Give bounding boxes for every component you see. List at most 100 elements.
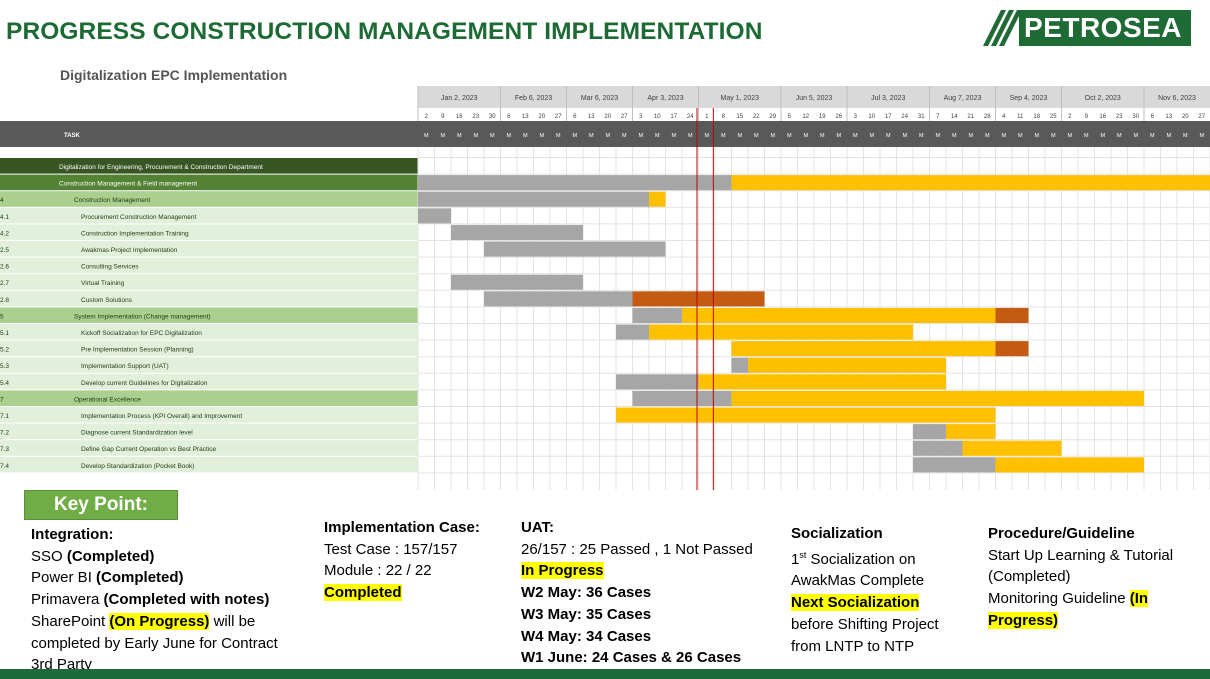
socialization-line1: Socialization on: [810, 550, 916, 568]
weekday-letter: M: [902, 133, 907, 139]
task-row-bg: [0, 456, 418, 473]
socialization-notes: Socialization 1st Socialization on AwakM…: [791, 523, 981, 657]
weekday-letter: M: [1001, 133, 1006, 139]
socialization-first-sup: st: [799, 549, 807, 560]
gantt-bar-grey: [616, 324, 649, 340]
weekday-letter: M: [754, 133, 759, 139]
task-name: Implementation Support (UAT): [81, 363, 169, 370]
powerbi-label: Power BI: [31, 569, 92, 587]
week-number-label: 26: [835, 114, 842, 120]
task-id: 7.1: [0, 413, 9, 420]
week-number-label: 13: [522, 114, 529, 120]
week-number-label: 20: [604, 114, 611, 120]
week-number-label: 13: [1165, 114, 1172, 120]
procedure-title: Procedure/Guideline: [988, 525, 1135, 542]
weekday-letter: M: [721, 133, 726, 139]
procedure-line2: (Completed): [988, 568, 1071, 586]
task-row-bg: [0, 191, 418, 207]
socialization-line4: from LNTP to NTP: [791, 637, 915, 655]
weekday-letter: M: [1018, 133, 1023, 139]
task-name: Consulting Services: [81, 264, 139, 271]
gantt-bar-grey: [451, 224, 583, 240]
gantt-bar-grey: [913, 440, 963, 456]
uat-notes: UAT: 26/157 : 25 Passed , 1 Not Passed I…: [521, 517, 781, 669]
weekday-letter: M: [671, 133, 676, 139]
week-number-label: 30: [489, 114, 496, 120]
weekday-letter: M: [1199, 133, 1204, 139]
week-number-label: 31: [918, 114, 925, 120]
month-label: Feb 6, 2023: [515, 95, 552, 102]
integration-title: Integration:: [31, 526, 114, 543]
logo-text: PETROSEA: [1024, 12, 1183, 43]
weekday-letter: M: [638, 133, 643, 139]
uat-summary: 26/157 : 25 Passed , 1 Not Passed: [521, 540, 753, 558]
gantt-bar-yellow: [616, 407, 996, 423]
task-name: Develop Standardization (Pocket Book): [81, 463, 194, 470]
task-id: 7: [0, 396, 4, 403]
gantt-bar-yellow: [649, 191, 666, 207]
weekday-letter: M: [853, 133, 858, 139]
week-number-label: 12: [802, 114, 809, 120]
task-id: 2.7: [0, 280, 9, 287]
test-case-count: Test Case : 157/157: [324, 540, 458, 558]
week-number-label: 23: [472, 114, 479, 120]
task-row-bg: [0, 340, 418, 357]
task-name: Implementation Process (KPI Overall) and…: [81, 413, 242, 420]
procedure-line3: Monitoring Guideline: [988, 590, 1126, 608]
gantt-bar-orange: [632, 291, 765, 307]
task-name: Kickoff Socialization for EPC Digitaliza…: [81, 330, 202, 337]
weekday-letter: M: [424, 133, 429, 139]
gantt-bar-grey: [418, 175, 732, 191]
task-column-header: TASK: [64, 133, 81, 139]
weekday-letter: M: [787, 133, 792, 139]
task-name: Construction Management: [74, 197, 150, 204]
week-number-label: 27: [621, 114, 628, 120]
month-label: Oct 2, 2023: [1085, 95, 1121, 102]
gantt-bar-yellow: [962, 440, 1062, 456]
weekday-letter: M: [968, 133, 973, 139]
weekday-letter: M: [622, 133, 627, 139]
month-label: Jun 5, 2023: [796, 95, 833, 102]
primavera-label: Primavera: [31, 591, 100, 609]
weekday-letter: M: [770, 133, 775, 139]
weekday-letter: M: [523, 133, 528, 139]
weekday-letter: M: [440, 133, 445, 139]
task-name: Develop current Guidelines for Digitaliz…: [81, 380, 208, 387]
sharepoint-line2: completed by Early June for Contract: [31, 634, 278, 652]
weekday-letter: M: [589, 133, 594, 139]
weekday-letter: M: [1051, 133, 1056, 139]
task-id: 2.8: [0, 297, 9, 304]
gantt-bar-yellow: [946, 424, 996, 440]
weekday-letter: M: [688, 133, 693, 139]
task-id: 7.2: [0, 430, 9, 437]
week-number-label: 17: [885, 114, 892, 120]
gantt-bar-grey: [632, 390, 732, 406]
procedure-notes: Procedure/Guideline Start Up Learning & …: [988, 523, 1203, 632]
gantt-bar-yellow: [731, 175, 1210, 191]
weekday-letter: M: [1067, 133, 1072, 139]
gantt-chart: Jan 2, 2023 Feb 6, 2023 Mar 6, 2023 Apr 3, …: [0, 86, 1210, 490]
gantt-bar-grey: [616, 374, 699, 390]
footer-bar: [0, 669, 1210, 679]
task-name: Procurement Construction Management: [81, 214, 196, 221]
weekday-letter: M: [985, 133, 990, 139]
month-label: Apr 3, 2023: [647, 95, 683, 102]
weekday-letter: M: [886, 133, 891, 139]
task-id: 4: [0, 197, 4, 204]
month-label: Aug 7, 2023: [944, 95, 982, 102]
weekday-letter: M: [1133, 133, 1138, 139]
gantt-bar-yellow: [698, 374, 946, 390]
task-name: Construction Management & Field manageme…: [59, 181, 197, 188]
week-number-label: 19: [819, 114, 826, 120]
week-number-label: 24: [901, 114, 908, 120]
task-id: 5.4: [0, 380, 9, 387]
month-label: Mar 6, 2023: [581, 95, 618, 102]
task-row-bg: [0, 274, 418, 290]
week-number-label: 29: [769, 114, 776, 120]
week-number-label: 17: [670, 114, 677, 120]
task-id: 2.5: [0, 247, 9, 254]
week-number-label: 24: [687, 114, 694, 120]
task-id: 7.3: [0, 446, 9, 453]
gantt-bar-grey: [484, 241, 666, 257]
week-number-label: 30: [1132, 114, 1139, 120]
